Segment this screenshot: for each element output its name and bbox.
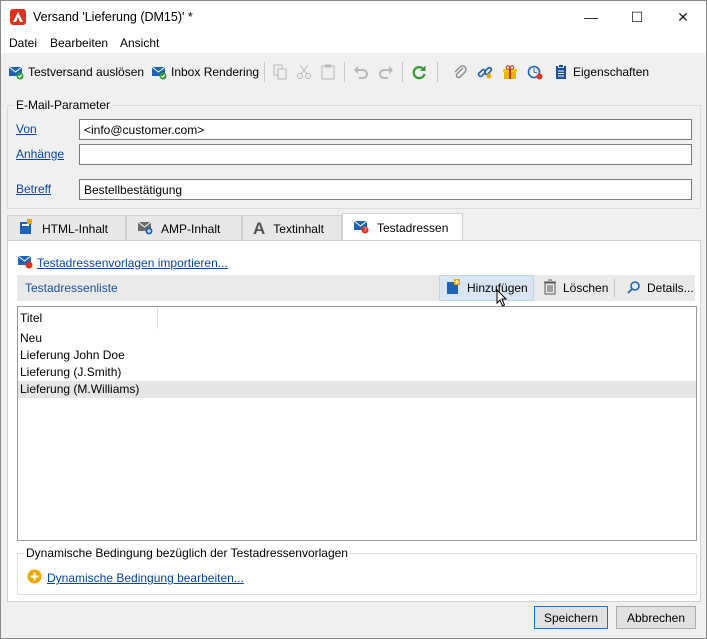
test-address-icon	[17, 253, 33, 272]
list-item[interactable]: Lieferung John Doe	[18, 347, 696, 364]
link-icon[interactable]	[477, 63, 493, 81]
cut-icon[interactable]	[296, 63, 312, 81]
copy-icon[interactable]	[272, 63, 288, 81]
add-icon	[445, 278, 461, 298]
menu-ansicht[interactable]: Ansicht	[120, 36, 159, 50]
toolbar-separator	[402, 62, 403, 82]
menu-datei[interactable]: Datei	[9, 36, 37, 50]
list-item[interactable]: Neu	[18, 330, 696, 347]
attachment-icon[interactable]	[452, 63, 468, 81]
add-circle-icon	[27, 569, 42, 587]
inbox-rendering-button[interactable]: Inbox Rendering	[151, 63, 259, 81]
email-parameters-title: E-Mail-Parameter	[14, 98, 113, 112]
delete-button[interactable]: Löschen	[538, 275, 613, 301]
von-link[interactable]: Von	[16, 122, 37, 136]
toolbar-separator	[437, 62, 438, 82]
anhaenge-link[interactable]: Anhänge	[16, 147, 64, 161]
undo-icon[interactable]	[353, 63, 369, 81]
maximize-button[interactable]: ☐	[614, 1, 660, 33]
svg-text:?: ?	[364, 227, 367, 234]
paste-icon[interactable]	[320, 63, 336, 81]
tab-amp-inhalt[interactable]: AMP-Inhalt	[126, 215, 242, 241]
test-address-icon: ?	[353, 218, 369, 237]
testadressen-toolbar: Testadressenliste Hinzufügen Löschen Det…	[17, 275, 695, 301]
eigenschaften-label: Eigenschaften	[573, 65, 650, 79]
amp-mail-icon	[137, 219, 153, 238]
toolbar-separator	[344, 62, 345, 82]
eigenschaften-button[interactable]: Eigenschaften	[553, 63, 649, 81]
testadressen-panel: Testadressenvorlagen importieren... Test…	[7, 240, 701, 602]
main-toolbar: Testversand auslösen Inbox Rendering Eig…	[1, 55, 706, 89]
refresh-icon[interactable]	[411, 63, 427, 81]
save-button[interactable]: Speichern	[534, 606, 608, 629]
tab-textinhalt[interactable]: A Textinhalt	[242, 215, 342, 241]
close-button[interactable]: ✕	[660, 1, 706, 33]
import-templates-link[interactable]: Testadressenvorlagen importieren...	[37, 256, 228, 270]
dynamic-condition-title: Dynamische Bedingung bezüglich der Testa…	[24, 546, 350, 560]
toolbar-separator	[614, 279, 615, 297]
tab-label: Testadressen	[377, 220, 449, 235]
title-bar: Versand 'Lieferung (DM15)' * — ☐ ✕	[1, 1, 706, 33]
mail-check-icon	[151, 64, 167, 80]
mail-check-icon	[8, 64, 24, 80]
betreff-field[interactable]: Bestellbestätigung	[79, 179, 692, 200]
dynamic-condition-row: Dynamische Bedingung bearbeiten...	[27, 569, 244, 587]
anhaenge-field[interactable]	[79, 144, 692, 165]
list-title: Testadressenliste	[25, 281, 118, 295]
dialog-window: Versand 'Lieferung (DM15)' * — ☐ ✕ Datei…	[0, 0, 707, 639]
window-title: Versand 'Lieferung (DM15)' *	[33, 10, 193, 24]
add-button[interactable]: Hinzufügen	[439, 275, 534, 301]
import-templates-row: Testadressenvorlagen importieren...	[17, 253, 228, 272]
gift-icon[interactable]	[502, 63, 518, 81]
trash-icon	[543, 279, 557, 298]
von-field[interactable]: <info@customer.com>	[79, 119, 692, 140]
details-button[interactable]: Details...	[622, 275, 699, 301]
list-item[interactable]: Lieferung (M.Williams)	[18, 381, 696, 398]
testversand-label: Testversand auslösen	[28, 65, 145, 79]
details-label: Details...	[647, 281, 694, 295]
redo-icon[interactable]	[378, 63, 394, 81]
tab-label: HTML-Inhalt	[42, 221, 109, 236]
minimize-button[interactable]: —	[568, 1, 614, 33]
testadressen-list: Titel Neu Lieferung John Doe Lieferung (…	[17, 306, 697, 541]
properties-icon	[553, 64, 569, 80]
html-content-icon	[18, 219, 34, 238]
toolbar-separator	[264, 62, 265, 82]
edit-dynamic-condition-link[interactable]: Dynamische Bedingung bearbeiten...	[47, 571, 244, 585]
tab-label: AMP-Inhalt	[161, 221, 221, 236]
search-icon	[627, 280, 641, 297]
menu-bearbeiten[interactable]: Bearbeiten	[50, 36, 108, 50]
delivery-status-icon[interactable]	[527, 63, 543, 81]
tab-label: Textinhalt	[273, 221, 324, 236]
menu-bar: Datei Bearbeiten Ansicht	[1, 33, 706, 53]
inbox-rendering-label: Inbox Rendering	[171, 65, 260, 79]
mouse-cursor-icon	[496, 288, 508, 310]
list-item[interactable]: Lieferung (J.Smith)	[18, 364, 696, 381]
betreff-link[interactable]: Betreff	[16, 182, 51, 196]
text-content-icon: A	[253, 218, 266, 238]
app-logo-icon	[10, 9, 26, 25]
column-header-titel[interactable]: Titel	[18, 307, 158, 329]
tab-html-inhalt[interactable]: HTML-Inhalt	[7, 215, 126, 241]
cancel-button[interactable]: Abbrechen	[616, 606, 696, 629]
testversand-button[interactable]: Testversand auslösen	[8, 63, 144, 81]
tab-testadressen[interactable]: ? Testadressen	[342, 213, 463, 241]
delete-label: Löschen	[563, 281, 609, 295]
